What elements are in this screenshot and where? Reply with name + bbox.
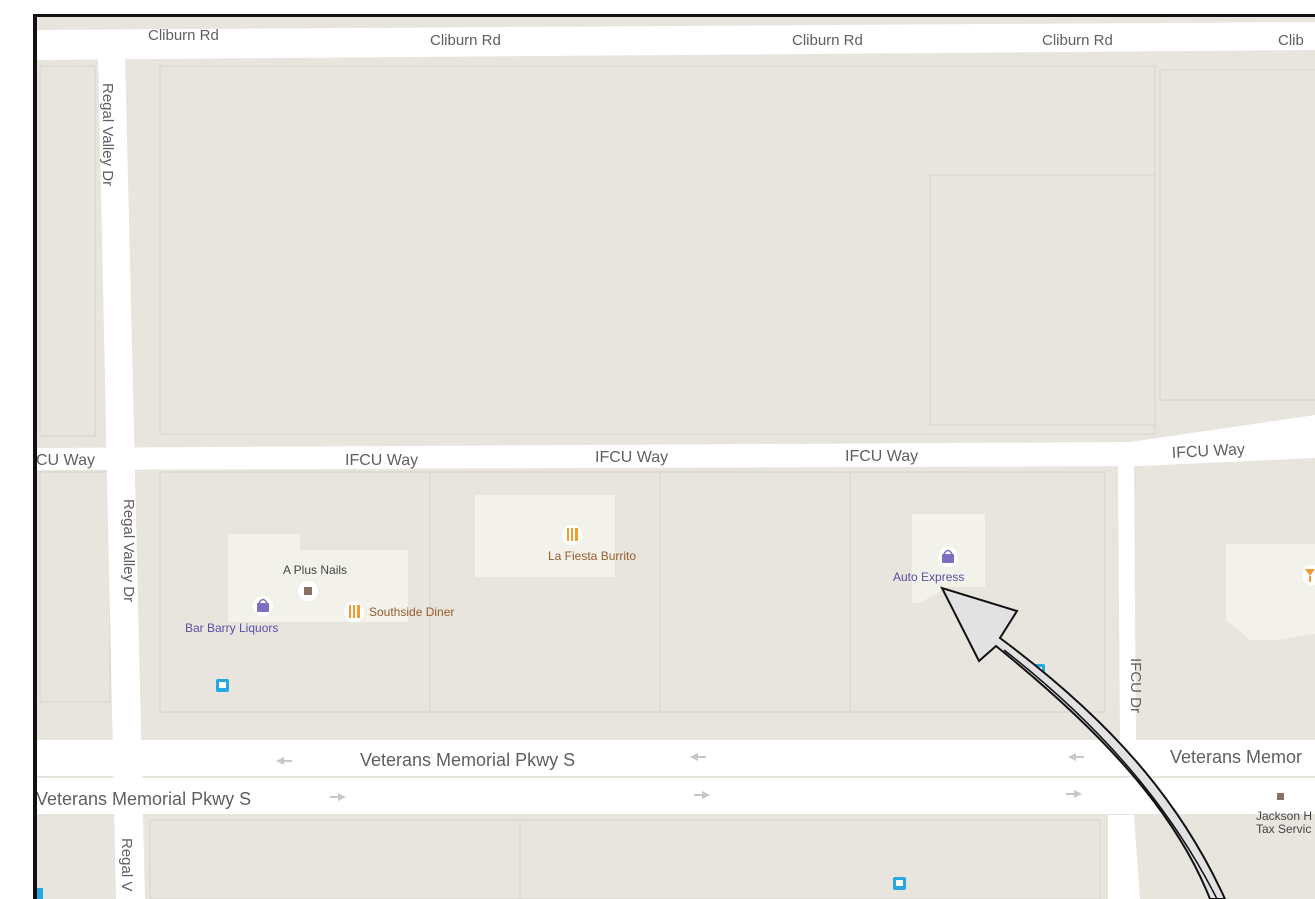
street-label-ifcu-3: IFCU Way (595, 449, 668, 466)
poi-label-bar-barry-liquors: Bar Barry Liquors (185, 621, 278, 635)
street-label-ifcu-1: CU Way (36, 452, 95, 469)
bus-stop-icon[interactable] (216, 679, 229, 692)
map-view[interactable]: Cliburn Rd Cliburn Rd Cliburn Rd Cliburn… (0, 0, 1315, 899)
street-label-veterans-2: Veterans Memor (1170, 747, 1302, 767)
square-pin-icon (304, 587, 312, 595)
street-label-regal-2: Regal Valley Dr (120, 499, 137, 602)
street-label-cliburn-3: Cliburn Rd (792, 32, 863, 49)
poi-label-la-fiesta-burrito: La Fiesta Burrito (548, 549, 636, 563)
poi-label-a-plus-nails: A Plus Nails (283, 563, 347, 577)
street-label-veterans-1: Veterans Memorial Pkwy S (360, 750, 575, 770)
bus-stop-icon[interactable] (893, 877, 906, 890)
street-label-regal-1: Regal Valley Dr (99, 83, 116, 186)
street-label-ifcu-2: IFCU Way (345, 452, 418, 469)
street-label-cliburn-5: Clib (1278, 32, 1304, 49)
street-label-ifcu-dr: IFCU Dr (1127, 658, 1144, 713)
square-pin-icon (1277, 793, 1284, 800)
street-label-veterans-3: Veterans Memorial Pkwy S (36, 789, 251, 809)
street-label-cliburn-4: Cliburn Rd (1042, 32, 1113, 49)
fork-knife-icon (567, 528, 578, 541)
street-label-ifcu-4: IFCU Way (845, 448, 918, 465)
street-label-cliburn-1: Cliburn Rd (148, 27, 219, 44)
poi-label-jackson-line1: Jackson H (1256, 809, 1312, 823)
street-label-cliburn-2: Cliburn Rd (430, 32, 501, 49)
fork-knife-icon (349, 605, 360, 618)
bus-stop-icon[interactable] (36, 888, 43, 899)
poi-label-auto-express: Auto Express (893, 570, 964, 584)
poi-label-jackson-line2: Tax Servic (1256, 822, 1311, 836)
poi-label-southside-diner: Southside Diner (369, 605, 454, 619)
street-label-regal-3: Regal V (118, 838, 135, 891)
